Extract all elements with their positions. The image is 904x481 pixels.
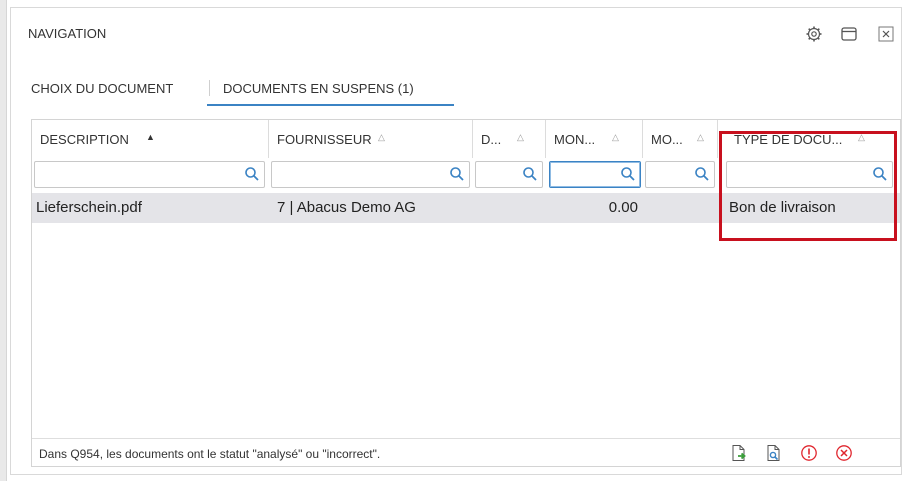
tab-separator — [209, 80, 210, 96]
cell-description: Lieferschein.pdf — [36, 199, 142, 216]
preview-icon[interactable] — [765, 444, 783, 462]
column-header-label: DESCRIPTION — [40, 132, 129, 147]
tab-bar: CHOIX DU DOCUMENT DOCUMENTS EN SUSPENS (… — [11, 72, 901, 106]
sort-icon: △ — [517, 132, 524, 142]
filter-type-de-document-input[interactable] — [726, 161, 893, 188]
table-row[interactable]: Lieferschein.pdf 7 | Abacus Demo AG 0.00… — [32, 193, 900, 223]
search-icon — [245, 167, 259, 181]
filter-fournisseur-input[interactable] — [271, 161, 470, 188]
tab-choix-du-document[interactable]: CHOIX DU DOCUMENT — [31, 81, 173, 96]
search-icon — [873, 167, 887, 181]
column-header-fournisseur[interactable]: FOURNISSEUR △ — [269, 120, 473, 158]
column-header-monnaie[interactable]: MO... △ — [643, 120, 718, 158]
left-edge — [0, 0, 7, 481]
column-header-montant[interactable]: MON... △ — [546, 120, 643, 158]
cell-fournisseur: 7 | Abacus Demo AG — [277, 199, 416, 216]
status-text: Dans Q954, les documents ont le statut "… — [39, 447, 381, 461]
sort-icon: △ — [612, 132, 619, 142]
documents-grid: DESCRIPTION ▲ FOURNISSEUR △ D... △ MON..… — [31, 119, 901, 467]
search-icon — [523, 167, 537, 181]
filter-monnaie-input[interactable] — [645, 161, 715, 188]
navigation-panel: NAVIGATION CHOIX DU DOCUMENT DOCUMENTS E… — [10, 7, 902, 475]
search-icon — [450, 167, 464, 181]
column-header-label: MON... — [554, 132, 596, 147]
active-tab-indicator — [207, 104, 454, 106]
tab-documents-en-suspens[interactable]: DOCUMENTS EN SUSPENS (1) — [223, 81, 414, 96]
panel-title: NAVIGATION — [28, 26, 107, 41]
cell-montant: 0.00 — [608, 199, 638, 216]
column-header-label: MO... — [651, 132, 683, 147]
column-header-label: TYPE DE DOCU... — [734, 132, 843, 147]
panel-header: NAVIGATION — [11, 8, 901, 60]
column-header-label: FOURNISSEUR — [277, 132, 372, 147]
sort-icon: △ — [858, 132, 865, 142]
filter-description-input[interactable] — [34, 161, 265, 188]
window-icon[interactable] — [840, 25, 858, 43]
close-icon[interactable] — [877, 25, 895, 43]
column-header-description[interactable]: DESCRIPTION ▲ — [32, 120, 269, 158]
cell-type-de-document: Bon de livraison — [729, 199, 836, 216]
column-header-label: D... — [481, 132, 502, 147]
sort-icon: △ — [378, 132, 385, 142]
search-icon — [621, 167, 635, 181]
search-icon — [695, 167, 709, 181]
warning-icon[interactable] — [800, 444, 818, 462]
sort-icon: △ — [697, 132, 704, 142]
column-header-date[interactable]: D... △ — [473, 120, 546, 158]
sort-ascending-icon: ▲ — [146, 132, 155, 142]
column-header-type-de-document[interactable]: TYPE DE DOCU... △ — [718, 120, 900, 158]
export-icon[interactable] — [730, 444, 748, 462]
filter-date-input[interactable] — [475, 161, 543, 188]
filter-montant-input[interactable] — [549, 161, 641, 188]
grid-footer: Dans Q954, les documents ont le statut "… — [32, 438, 900, 467]
gear-icon[interactable] — [805, 25, 823, 43]
cancel-icon[interactable] — [835, 444, 853, 462]
